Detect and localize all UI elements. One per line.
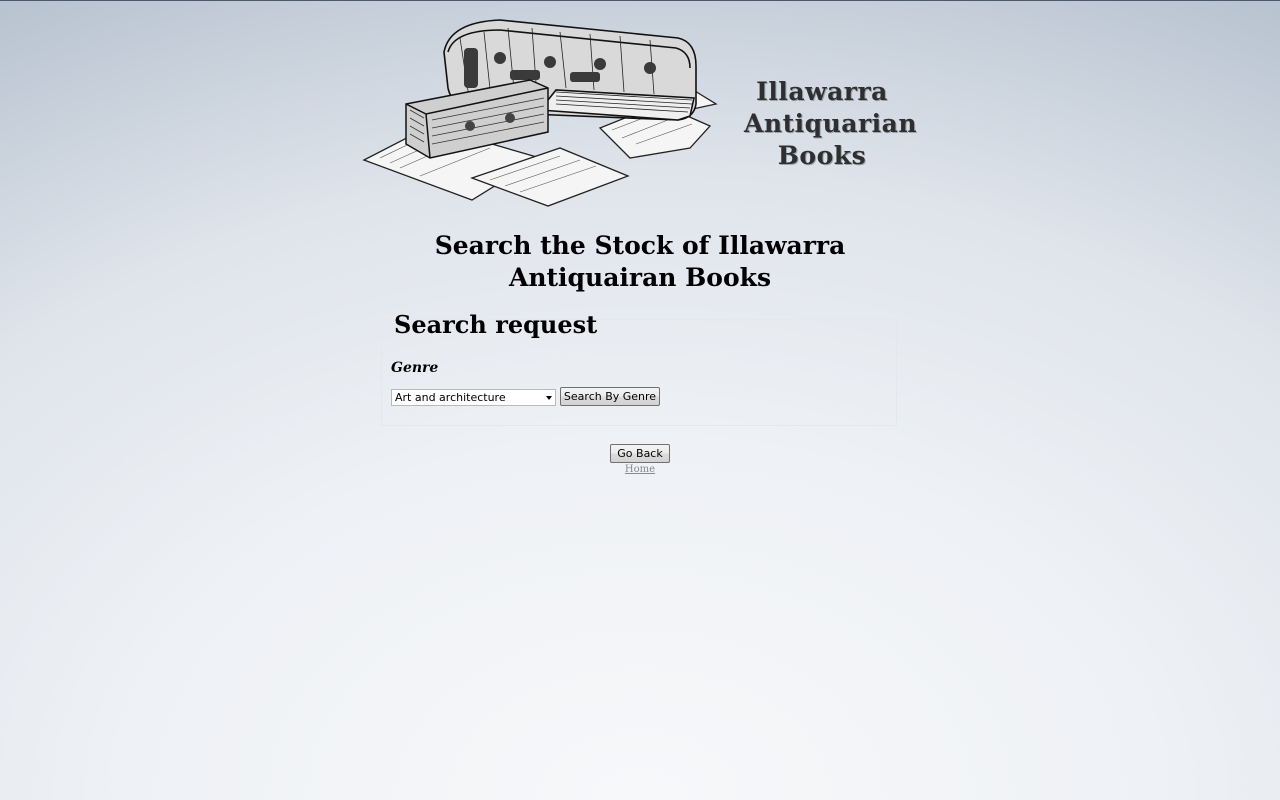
genre-selected-value: Art and architecture xyxy=(395,391,506,404)
site-header: Illawarra Antiquarian Books xyxy=(360,8,918,208)
shop-name-line: Antiquarian xyxy=(744,109,918,138)
shop-name: Illawarra Antiquarian Books xyxy=(744,76,918,172)
top-border xyxy=(0,0,1280,1)
antique-books-illustration-icon xyxy=(362,19,718,207)
genre-select[interactable]: Art and architecture xyxy=(391,389,556,406)
page-title: Search the Stock of Illawarra Antiquaira… xyxy=(434,231,846,292)
chevron-down-icon xyxy=(546,396,552,400)
go-back-button[interactable]: Go Back xyxy=(610,444,670,463)
panel-heading: Search request xyxy=(394,310,598,339)
shop-name-line: Illawarra xyxy=(756,77,888,106)
search-request-panel: Search request Genre Art and architectur… xyxy=(381,313,897,426)
home-link[interactable]: Home xyxy=(600,464,680,475)
genre-label: Genre xyxy=(391,360,439,376)
shop-name-line: Books xyxy=(777,141,867,170)
search-by-genre-button[interactable]: Search By Genre xyxy=(560,387,660,406)
